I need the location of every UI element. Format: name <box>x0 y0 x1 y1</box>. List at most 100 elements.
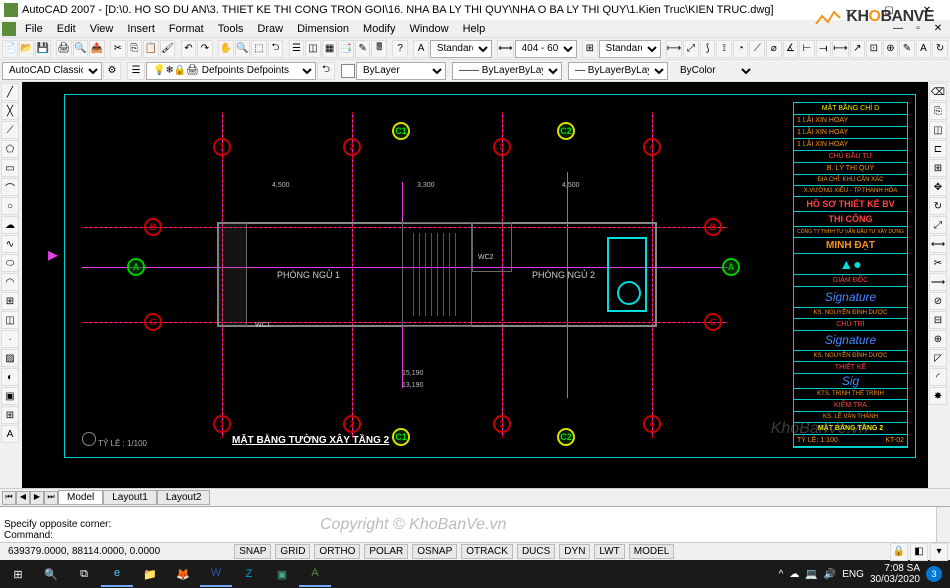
status-lock-icon[interactable]: 🔒 <box>890 543 908 561</box>
command-scrollbar[interactable] <box>936 507 950 542</box>
dim-arc-icon[interactable]: ⟆ <box>700 40 716 58</box>
revcloud-icon[interactable]: ☁ <box>1 216 19 234</box>
dim-update-icon[interactable]: ↻ <box>932 40 948 58</box>
circle-icon[interactable]: ○ <box>1 197 19 215</box>
pan-icon[interactable]: ✋ <box>218 40 234 58</box>
rectangle-icon[interactable]: ▭ <box>1 159 19 177</box>
layer-select[interactable]: 💡❄🔒🖨 Defpoints Defpoints <box>146 62 316 80</box>
dim-style-select[interactable]: 404 - 60 <box>515 40 577 58</box>
dim-text-edit-icon[interactable]: A <box>916 40 932 58</box>
tool-palettes-icon[interactable]: ▦ <box>322 40 338 58</box>
menu-format[interactable]: Format <box>162 22 211 36</box>
tray-volume-icon[interactable]: 🔊 <box>824 569 836 580</box>
tab-first-button[interactable]: ⏮ <box>2 491 16 505</box>
join-icon[interactable]: ⊕ <box>929 330 947 348</box>
design-center-icon[interactable]: ◫ <box>305 40 321 58</box>
erase-icon[interactable]: ⌫ <box>929 83 947 101</box>
polygon-icon[interactable]: ⬠ <box>1 140 19 158</box>
save-icon[interactable]: 💾 <box>35 40 51 58</box>
spline-icon[interactable]: ∿ <box>1 235 19 253</box>
zoom-previous-icon[interactable]: ⮌ <box>268 40 284 58</box>
copy-modify-icon[interactable]: ⎘ <box>929 102 947 120</box>
publish-icon[interactable]: 📤 <box>89 40 105 58</box>
menu-help[interactable]: Help <box>456 22 493 36</box>
command-prompt[interactable]: Command: <box>4 530 946 541</box>
sheet-set-icon[interactable]: 📑 <box>338 40 354 58</box>
point-icon[interactable]: · <box>1 330 19 348</box>
color-select[interactable]: ByLayer <box>356 62 446 80</box>
menu-draw[interactable]: Draw <box>250 22 290 36</box>
mirror-icon[interactable]: ◫ <box>929 121 947 139</box>
dim-style-icon[interactable]: ⟷ <box>497 40 513 58</box>
ortho-toggle[interactable]: ORTHO <box>314 544 360 559</box>
properties-icon[interactable]: ☰ <box>289 40 305 58</box>
status-annotation-icon[interactable]: ◧ <box>910 543 928 561</box>
tray-language[interactable]: ENG <box>842 569 864 580</box>
help-icon[interactable]: ? <box>392 40 408 58</box>
layer-prev-icon[interactable]: ⮌ <box>317 62 335 80</box>
layer-manager-icon[interactable]: ☰ <box>127 62 145 80</box>
grid-toggle[interactable]: GRID <box>275 544 310 559</box>
status-tray-icon[interactable]: ▾ <box>930 543 948 561</box>
zoom-realtime-icon[interactable]: 🔍 <box>235 40 251 58</box>
rotate-icon[interactable]: ↻ <box>929 197 947 215</box>
tab-layout1[interactable]: Layout1 <box>103 490 157 505</box>
polar-toggle[interactable]: POLAR <box>364 544 408 559</box>
menu-modify[interactable]: Modify <box>356 22 402 36</box>
ducs-toggle[interactable]: DUCS <box>517 544 555 559</box>
ellipse-icon[interactable]: ⬭ <box>1 254 19 272</box>
dim-leader-icon[interactable]: ↗ <box>850 40 866 58</box>
autocad-task-icon[interactable]: A <box>299 561 331 587</box>
app-icon-task[interactable]: ▣ <box>266 561 298 587</box>
tray-chevron-icon[interactable]: ^ <box>779 569 784 580</box>
dim-ordinate-icon[interactable]: ⟟ <box>716 40 732 58</box>
undo-icon[interactable]: ↶ <box>181 40 197 58</box>
new-icon[interactable]: 📄 <box>2 40 18 58</box>
edge-icon[interactable]: e <box>101 561 133 587</box>
dyn-toggle[interactable]: DYN <box>559 544 590 559</box>
file-explorer-icon[interactable]: 📁 <box>134 561 166 587</box>
lwt-toggle[interactable]: LWT <box>594 544 624 559</box>
tab-last-button[interactable]: ⏭ <box>44 491 58 505</box>
explode-icon[interactable]: ✸ <box>929 387 947 405</box>
stretch-icon[interactable]: ⟷ <box>929 235 947 253</box>
tab-prev-button[interactable]: ◀ <box>16 491 30 505</box>
dim-linear-icon[interactable]: ⟼ <box>666 40 682 58</box>
menu-edit[interactable]: Edit <box>50 22 83 36</box>
chamfer-icon[interactable]: ◸ <box>929 349 947 367</box>
menu-dimension[interactable]: Dimension <box>290 22 356 36</box>
gradient-icon[interactable]: ◐ <box>1 368 19 386</box>
table-icon[interactable]: ⊞ <box>1 406 19 424</box>
cut-icon[interactable]: ✂ <box>110 40 126 58</box>
zoom-window-icon[interactable]: ⬚ <box>251 40 267 58</box>
firefox-icon[interactable]: 🦊 <box>167 561 199 587</box>
move-icon[interactable]: ✥ <box>929 178 947 196</box>
tab-layout2[interactable]: Layout2 <box>157 490 211 505</box>
paste-icon[interactable]: 📋 <box>143 40 159 58</box>
dim-aligned-icon[interactable]: ⤢ <box>683 40 699 58</box>
table-style-select[interactable]: Standard <box>599 40 661 58</box>
plot-preview-icon[interactable]: 🔍 <box>73 40 89 58</box>
trim-icon[interactable]: ✂ <box>929 254 947 272</box>
hatch-icon[interactable]: ▨ <box>1 349 19 367</box>
search-button[interactable]: 🔍 <box>35 561 67 587</box>
dim-jogged-icon[interactable]: ⟋ <box>749 40 765 58</box>
model-toggle[interactable]: MODEL <box>629 544 675 559</box>
drawing-canvas[interactable]: ▸ 1 2 C1 3 C2 4 1 2 C1 3 C2 4 <box>22 82 928 488</box>
workspace-settings-icon[interactable]: ⚙ <box>103 62 121 80</box>
menu-insert[interactable]: Insert <box>120 22 162 36</box>
notification-badge[interactable]: 3 <box>926 566 942 582</box>
dim-diameter-icon[interactable]: ⌀ <box>766 40 782 58</box>
tray-onedrive-icon[interactable]: ☁ <box>789 569 799 580</box>
tab-model[interactable]: Model <box>58 490 103 505</box>
text-style-icon[interactable]: A <box>413 40 429 58</box>
menu-view[interactable]: View <box>83 22 121 36</box>
dim-edit-icon[interactable]: ✎ <box>899 40 915 58</box>
copy-icon[interactable]: ⎘ <box>127 40 143 58</box>
dim-continue-icon[interactable]: ⟼ <box>832 40 848 58</box>
markup-icon[interactable]: ✎ <box>355 40 371 58</box>
word-icon[interactable]: W <box>200 561 232 587</box>
otrack-toggle[interactable]: OTRACK <box>461 544 513 559</box>
coordinates-display[interactable]: 639379.0000, 88114.0000, 0.0000 <box>2 546 166 557</box>
region-icon[interactable]: ▣ <box>1 387 19 405</box>
